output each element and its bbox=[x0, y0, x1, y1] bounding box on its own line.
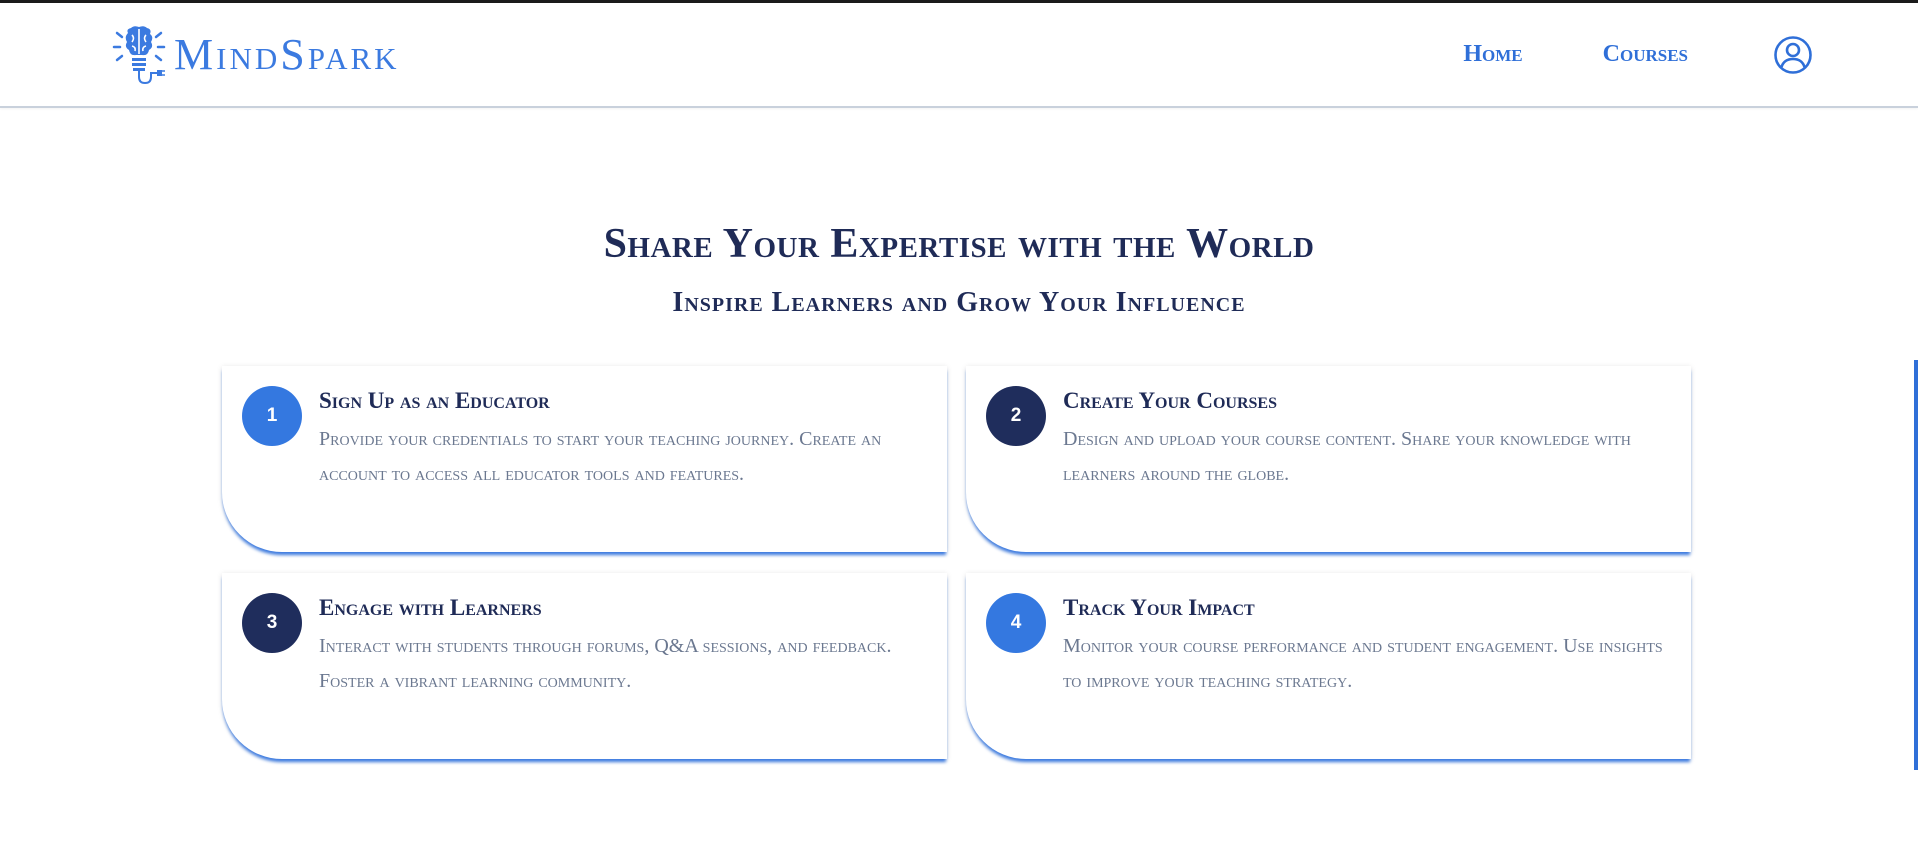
brand-name: MindSpark bbox=[174, 30, 400, 79]
step-card-1: 1 Sign Up as an Educator Provide your cr… bbox=[222, 366, 947, 552]
page-scrollbar[interactable] bbox=[1914, 360, 1918, 770]
step-description: Design and upload your course content. S… bbox=[1063, 428, 1631, 485]
step-title: Sign Up as an Educator bbox=[319, 388, 550, 413]
step-card-3: 3 Engage with Learners Interact with stu… bbox=[222, 573, 947, 759]
step-description: Interact with students through forums, Q… bbox=[319, 635, 892, 692]
main-navigation: Home Courses bbox=[1463, 3, 1814, 106]
step-title: Create Your Courses bbox=[1063, 388, 1277, 413]
step-number-badge: 1 bbox=[242, 386, 302, 446]
step-number-badge: 3 bbox=[242, 593, 302, 653]
user-circle-icon bbox=[1774, 35, 1812, 74]
brand-logo-link[interactable]: MindSpark bbox=[112, 25, 400, 85]
navbar: MindSpark Home Courses bbox=[0, 3, 1918, 108]
step-number-badge: 4 bbox=[986, 593, 1046, 653]
step-description: Monitor your course performance and stud… bbox=[1063, 635, 1663, 692]
step-title: Engage with Learners bbox=[319, 595, 542, 620]
nav-link-home[interactable]: Home bbox=[1463, 41, 1522, 68]
page-subtitle: Inspire Learners and Grow Your Influence bbox=[672, 287, 1246, 318]
page-title: Share Your Expertise with the World bbox=[603, 221, 1315, 267]
step-title: Track Your Impact bbox=[1063, 595, 1255, 620]
brain-lightbulb-icon bbox=[112, 25, 168, 85]
step-number-badge: 2 bbox=[986, 386, 1046, 446]
step-card-2: 2 Create Your Courses Design and upload … bbox=[966, 366, 1691, 552]
step-description: Provide your credentials to start your t… bbox=[319, 428, 882, 485]
step-card-4: 4 Track Your Impact Monitor your course … bbox=[966, 573, 1691, 759]
nav-link-courses[interactable]: Courses bbox=[1603, 41, 1688, 68]
profile-button[interactable] bbox=[1772, 34, 1814, 76]
